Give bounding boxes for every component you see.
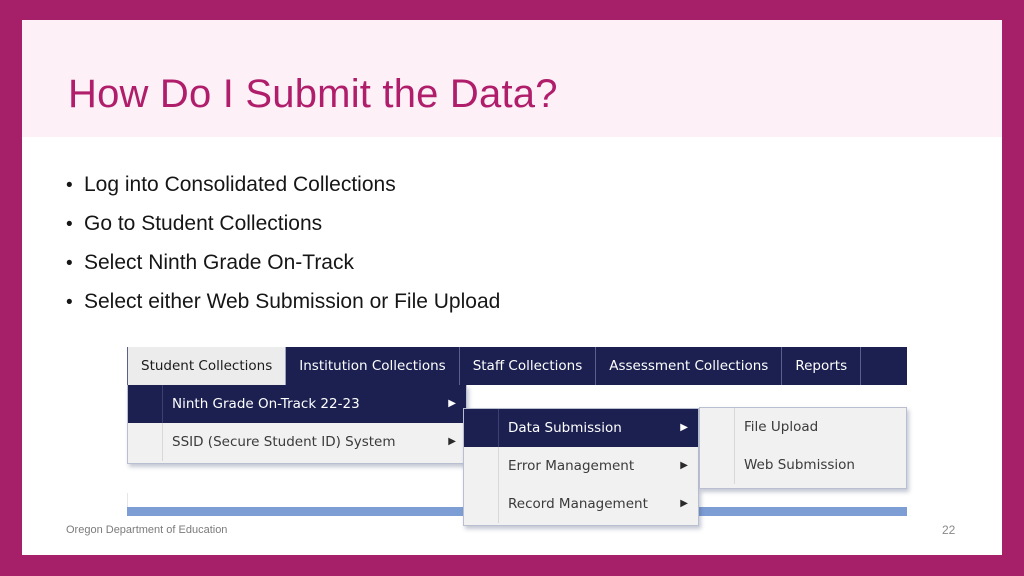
- menu-item-data-submission[interactable]: Data Submission ▶: [464, 409, 698, 447]
- menu-item-label: Ninth Grade On-Track 22-23: [172, 396, 360, 412]
- chevron-right-icon: ▶: [448, 436, 456, 447]
- footer-organization: Oregon Department of Education: [66, 524, 228, 536]
- dropdown-menu-level-2: Data Submission ▶ Error Management ▶ Rec…: [463, 408, 699, 526]
- menu-item-record-management[interactable]: Record Management ▶: [464, 485, 698, 523]
- menu-item-label: Web Submission: [744, 457, 855, 473]
- bullet-icon: •: [66, 253, 73, 274]
- menu-item-web-submission[interactable]: Web Submission: [700, 446, 906, 484]
- nav-tab-label: Staff Collections: [472, 358, 583, 374]
- list-item: • Go to Student Collections: [66, 211, 946, 238]
- menu-item-label: File Upload: [744, 419, 819, 435]
- footer-page-number: 22: [942, 523, 956, 537]
- nav-tab-label: Student Collections: [141, 358, 273, 374]
- bullet-icon: •: [66, 292, 73, 313]
- page-title: How Do I Submit the Data?: [68, 72, 558, 116]
- menu-item-ssid-system[interactable]: SSID (Secure Student ID) System ▶: [128, 423, 466, 461]
- nav-tab-label: Reports: [795, 358, 848, 374]
- nav-tab-staff-collections[interactable]: Staff Collections: [460, 347, 597, 385]
- list-item-label: Go to Student Collections: [84, 212, 323, 235]
- chevron-right-icon: ▶: [680, 460, 688, 471]
- slide-frame: How Do I Submit the Data? • Log into Con…: [0, 0, 1024, 576]
- list-item-label: Select either Web Submission or File Upl…: [84, 290, 501, 313]
- menu-item-label: Error Management: [508, 458, 635, 474]
- navigation-bar: Student Collections Institution Collecti…: [127, 347, 907, 385]
- bullet-list: • Log into Consolidated Collections • Go…: [66, 172, 946, 328]
- menu-item-ninth-grade-on-track[interactable]: Ninth Grade On-Track 22-23 ▶: [128, 385, 466, 423]
- menu-item-error-management[interactable]: Error Management ▶: [464, 447, 698, 485]
- nav-tab-student-collections[interactable]: Student Collections: [127, 347, 287, 385]
- menu-item-label: Data Submission: [508, 420, 622, 436]
- dropdown-menu-level-3: File Upload Web Submission: [699, 407, 907, 489]
- list-item: • Select Ninth Grade On-Track: [66, 250, 946, 277]
- chevron-right-icon: ▶: [680, 422, 688, 433]
- menu-item-label: SSID (Secure Student ID) System: [172, 434, 396, 450]
- menu-item-file-upload[interactable]: File Upload: [700, 408, 906, 446]
- chevron-right-icon: ▶: [448, 398, 456, 409]
- list-item: • Log into Consolidated Collections: [66, 172, 946, 199]
- nav-tab-label: Institution Collections: [299, 358, 446, 374]
- chevron-right-icon: ▶: [680, 498, 688, 509]
- nav-tab-assessment-collections[interactable]: Assessment Collections: [596, 347, 783, 385]
- slide-content-area: How Do I Submit the Data? • Log into Con…: [22, 20, 1002, 555]
- nav-tab-reports[interactable]: Reports: [782, 347, 862, 385]
- list-item-label: Select Ninth Grade On-Track: [84, 251, 354, 274]
- nav-tab-institution-collections[interactable]: Institution Collections: [286, 347, 460, 385]
- application-screenshot: Student Collections Institution Collecti…: [127, 345, 907, 526]
- bullet-icon: •: [66, 175, 73, 196]
- bullet-icon: •: [66, 214, 73, 235]
- dropdown-menu-level-1: Ninth Grade On-Track 22-23 ▶ SSID (Secur…: [127, 385, 467, 464]
- menu-item-label: Record Management: [508, 496, 648, 512]
- nav-tab-label: Assessment Collections: [609, 358, 769, 374]
- list-item: • Select either Web Submission or File U…: [66, 289, 946, 316]
- list-item-label: Log into Consolidated Collections: [84, 173, 396, 196]
